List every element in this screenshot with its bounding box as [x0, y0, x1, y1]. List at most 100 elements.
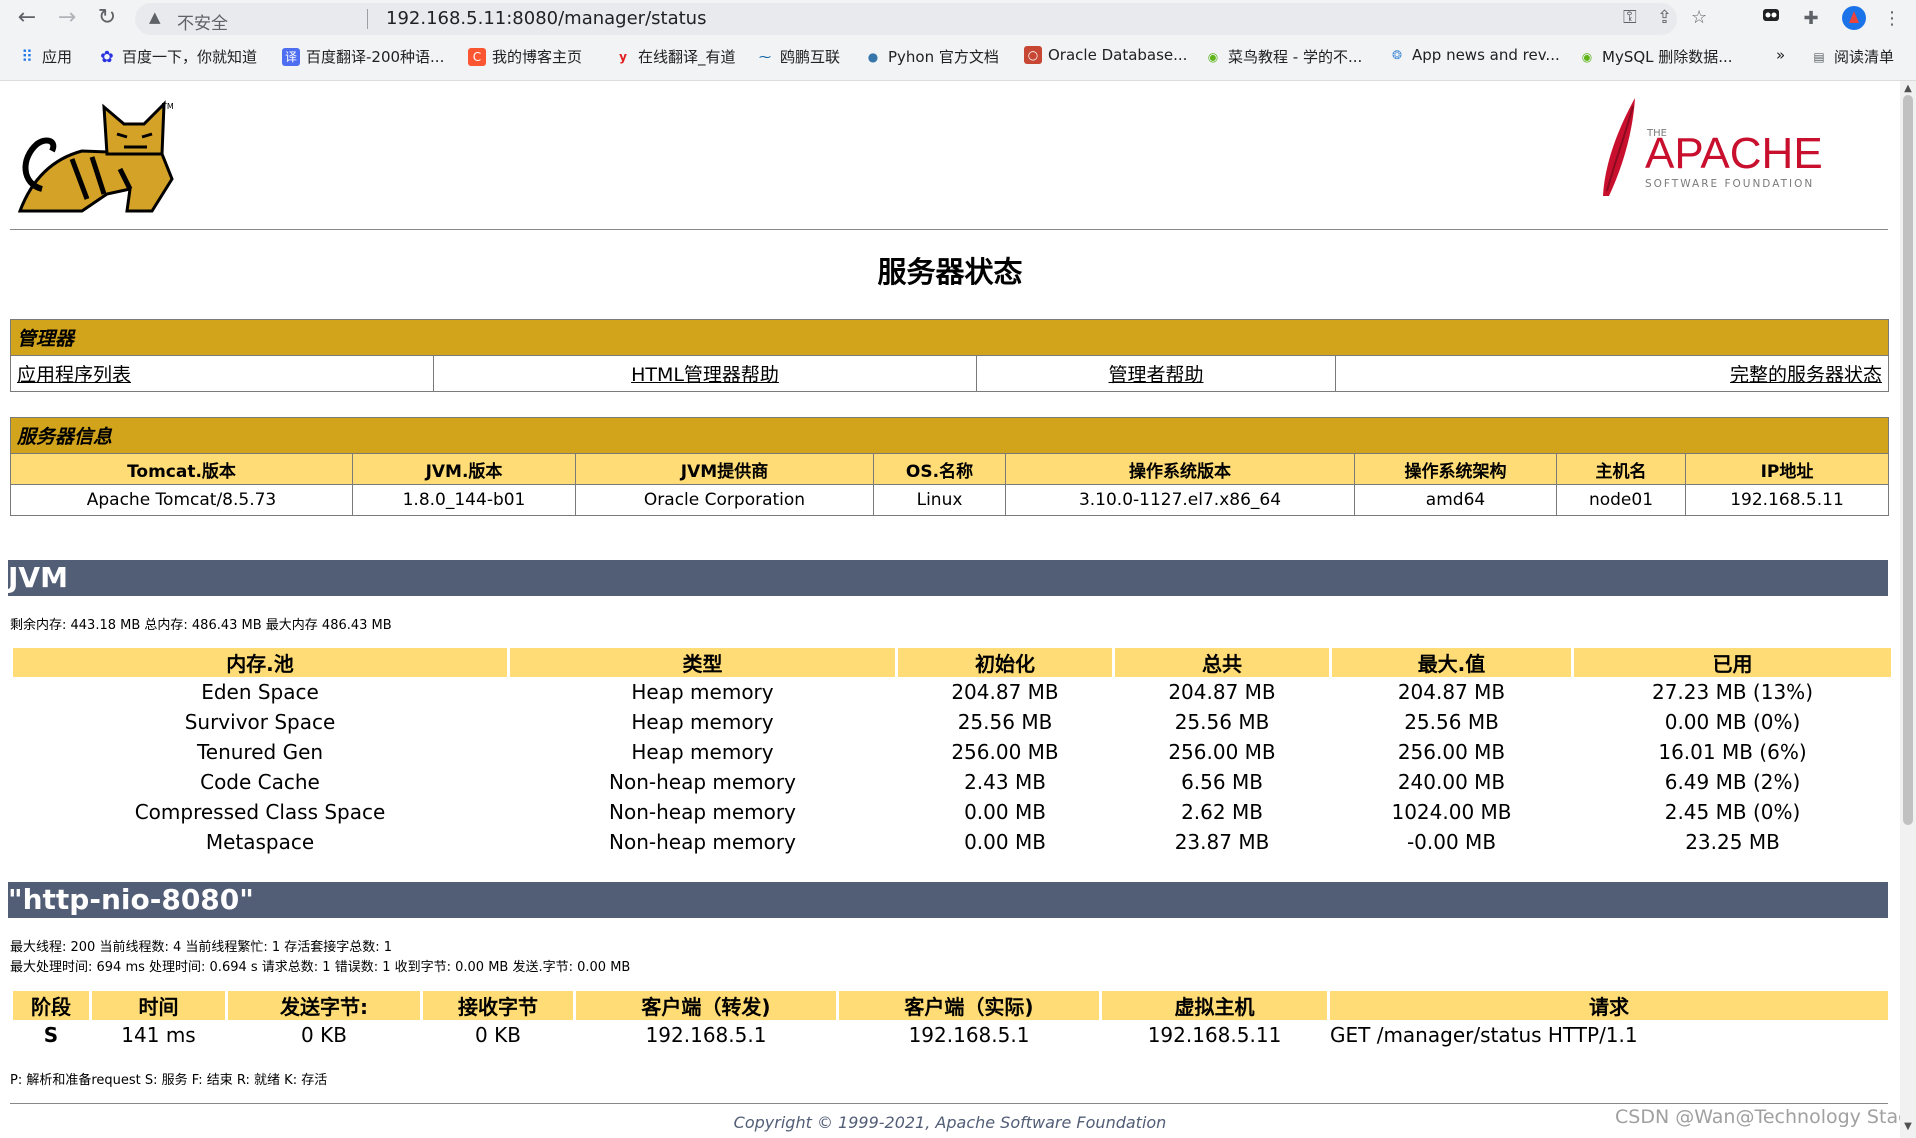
col-os-version: 操作系统版本	[1005, 453, 1355, 485]
tomcat-tm: TM	[161, 102, 174, 111]
star-icon[interactable]: ☆	[1691, 7, 1707, 28]
cell-type: Heap memory	[631, 710, 774, 734]
col-request: 请求	[1330, 991, 1888, 1020]
cell-pool: Eden Space	[201, 680, 319, 704]
cell-max: 25.56 MB	[1404, 710, 1499, 734]
apache-name: APACHE	[1645, 129, 1823, 178]
col-time: 时间	[92, 991, 225, 1020]
cell-request: GET /manager/status HTTP/1.1	[1330, 1023, 1638, 1047]
cell-max: -0.00 MB	[1406, 830, 1497, 854]
col-total: 总共	[1115, 648, 1329, 677]
vertical-scrollbar[interactable]: ▲ ▼	[1900, 81, 1916, 1138]
warning-icon: ▲	[149, 8, 161, 26]
bookmark-youdao[interactable]: y 在线翻译_有道	[614, 46, 735, 67]
val-tomcat-version: Apache Tomcat/8.5.73	[10, 484, 353, 516]
address-divider	[367, 9, 368, 29]
val-os-version: 3.10.0-1127.el7.x86_64	[1005, 484, 1355, 516]
cell-type: Heap memory	[631, 740, 774, 764]
profile-avatar[interactable]	[1840, 5, 1868, 33]
cell-total: 23.87 MB	[1174, 830, 1270, 854]
manager-table: 管理器 应用程序列表 HTML管理器帮助 管理者帮助 完整的服务器状态	[9, 319, 1890, 392]
col-ip: IP地址	[1684, 453, 1890, 485]
apps-grid-icon: ⠿	[21, 46, 33, 66]
cell-initial: 204.87 MB	[951, 680, 1059, 704]
bookmarks-overflow[interactable]: »	[1776, 46, 1785, 64]
cell-max: 256.00 MB	[1397, 740, 1506, 764]
val-hostname: node01	[1556, 484, 1686, 516]
cell-used: 16.01 MB (6%)	[1658, 740, 1807, 764]
val-ip: 192.168.5.11	[1684, 484, 1890, 516]
share-icon[interactable]: ⇪	[1657, 7, 1672, 28]
bookmark-baidu-translate[interactable]: 译百度翻译-200种语...	[282, 46, 444, 67]
cell-pool: Code Cache	[200, 770, 320, 794]
forward-icon[interactable]: →	[52, 5, 82, 31]
footer-divider	[10, 1103, 1888, 1104]
col-maximum: 最大.值	[1332, 648, 1571, 677]
bookmark-oupeng[interactable]: ⁓ 鸥鹏互联	[756, 46, 840, 67]
oupeng-icon: ⁓	[759, 49, 771, 64]
cell-used: 6.49 MB (2%)	[1664, 770, 1801, 794]
bookmark-runoob[interactable]: ◉ 菜鸟教程 - 学的不...	[1204, 46, 1363, 67]
cell-initial: 2.43 MB	[964, 770, 1046, 794]
col-hostname: 主机名	[1556, 453, 1686, 485]
bookmark-apps[interactable]: ⠿ 应用	[18, 46, 72, 67]
cell-bytes-sent: 0 KB	[301, 1023, 347, 1047]
link-html-manager-help[interactable]: HTML管理器帮助	[433, 355, 977, 392]
cell-used: 23.25 MB	[1685, 830, 1780, 854]
cell-pool: Compressed Class Space	[134, 800, 386, 824]
bookmark-mysql[interactable]: ◉ MySQL 删除数据...	[1578, 46, 1733, 67]
col-used: 已用	[1574, 648, 1891, 677]
connector-thread-stats: 最大线程: 200 当前线程数: 4 当前线程繁忙: 1 存活套接字总数: 1	[10, 940, 393, 955]
apache-sub: SOFTWARE FOUNDATION	[1645, 178, 1814, 190]
scroll-up-icon[interactable]: ▲	[1900, 83, 1916, 94]
puzzle-icon[interactable]: ✚	[1797, 5, 1825, 33]
bookmark-app-news[interactable]: ❂ App news and rev...	[1388, 46, 1560, 64]
cell-client-forwarded: 192.168.5.1	[645, 1023, 767, 1047]
bookmark-oracle[interactable]: ○ Oracle Database...	[1024, 46, 1187, 64]
url-text[interactable]: 192.168.5.11:8080/manager/status	[386, 8, 706, 29]
tomcat-logo[interactable]: TM	[12, 99, 182, 214]
browser-chrome: ← → ↻ ▲ 不安全 192.168.5.11:8080/manager/st…	[0, 0, 1916, 81]
link-app-list[interactable]: 应用程序列表	[10, 355, 434, 392]
memory-pool-table: 内存.池 类型 初始化 总共 最大.值 已用 Eden Space Heap m…	[10, 648, 1894, 857]
key-icon[interactable]: ⚿	[1623, 7, 1637, 28]
table-row: Metaspace Non-heap memory 0.00 MB 23.87 …	[13, 827, 1891, 857]
col-client-forwarded: 客户端（转发)	[576, 991, 836, 1020]
bookmark-baidu[interactable]: ✿ 百度一下，你就知道	[98, 46, 257, 67]
reading-list[interactable]: ▤ 阅读清单	[1810, 46, 1894, 67]
jvm-section-header: JVM	[8, 560, 1888, 596]
cell-pool: Survivor Space	[184, 710, 336, 734]
connector-request-stats: 最大处理时间: 694 ms 处理时间: 0.694 s 请求总数: 1 错误数…	[10, 960, 631, 975]
val-os-arch: amd64	[1354, 484, 1557, 516]
mysql-icon: ◉	[1581, 49, 1593, 64]
cell-initial: 25.56 MB	[957, 710, 1053, 734]
col-virtual-host: 虚拟主机	[1102, 991, 1327, 1020]
extension-icon[interactable]	[1757, 5, 1785, 33]
back-icon[interactable]: ←	[12, 5, 42, 31]
menu-icon[interactable]: ⋮	[1878, 5, 1906, 33]
apache-logo[interactable]: THE APACHE SOFTWARE FOUNDATION	[1585, 96, 1845, 206]
cell-client-actual: 192.168.5.1	[908, 1023, 1030, 1047]
cell-total: 2.62 MB	[1181, 800, 1263, 824]
request-table: 阶段 时间 发送字节: 接收字节 客户端（转发) 客户端（实际) 虚拟主机 请求…	[10, 991, 1891, 1050]
link-complete-server-status[interactable]: 完整的服务器状态	[1334, 355, 1890, 392]
scrollbar-thumb[interactable]	[1903, 95, 1913, 825]
bookmark-python[interactable]: ● Pyhon 官方文档	[864, 46, 999, 67]
val-jvm-version: 1.8.0_144-b01	[352, 484, 576, 516]
link-manager-help[interactable]: 管理者帮助	[976, 355, 1336, 392]
col-os-name: OS.名称	[873, 453, 1006, 485]
connector-section-header: "http-nio-8080"	[8, 882, 1888, 918]
cell-max: 1024.00 MB	[1391, 800, 1512, 824]
cell-used: 2.45 MB (0%)	[1664, 800, 1801, 824]
bookmark-blog[interactable]: C 我的博客主页	[468, 46, 582, 67]
translate-icon: 译	[282, 47, 300, 66]
address-bar[interactable]: ▲ 不安全 192.168.5.11:8080/manager/status ⚿…	[135, 3, 1707, 35]
cell-max: 240.00 MB	[1397, 770, 1506, 794]
cell-type: Non-heap memory	[609, 770, 796, 794]
cell-total: 204.87 MB	[1168, 680, 1276, 704]
cell-initial: 0.00 MB	[964, 800, 1046, 824]
col-bytes-sent: 发送字节:	[228, 991, 420, 1020]
reload-icon[interactable]: ↻	[92, 5, 122, 31]
app-news-icon: ❂	[1391, 48, 1403, 62]
scroll-down-icon[interactable]: ▼	[1900, 1121, 1916, 1132]
